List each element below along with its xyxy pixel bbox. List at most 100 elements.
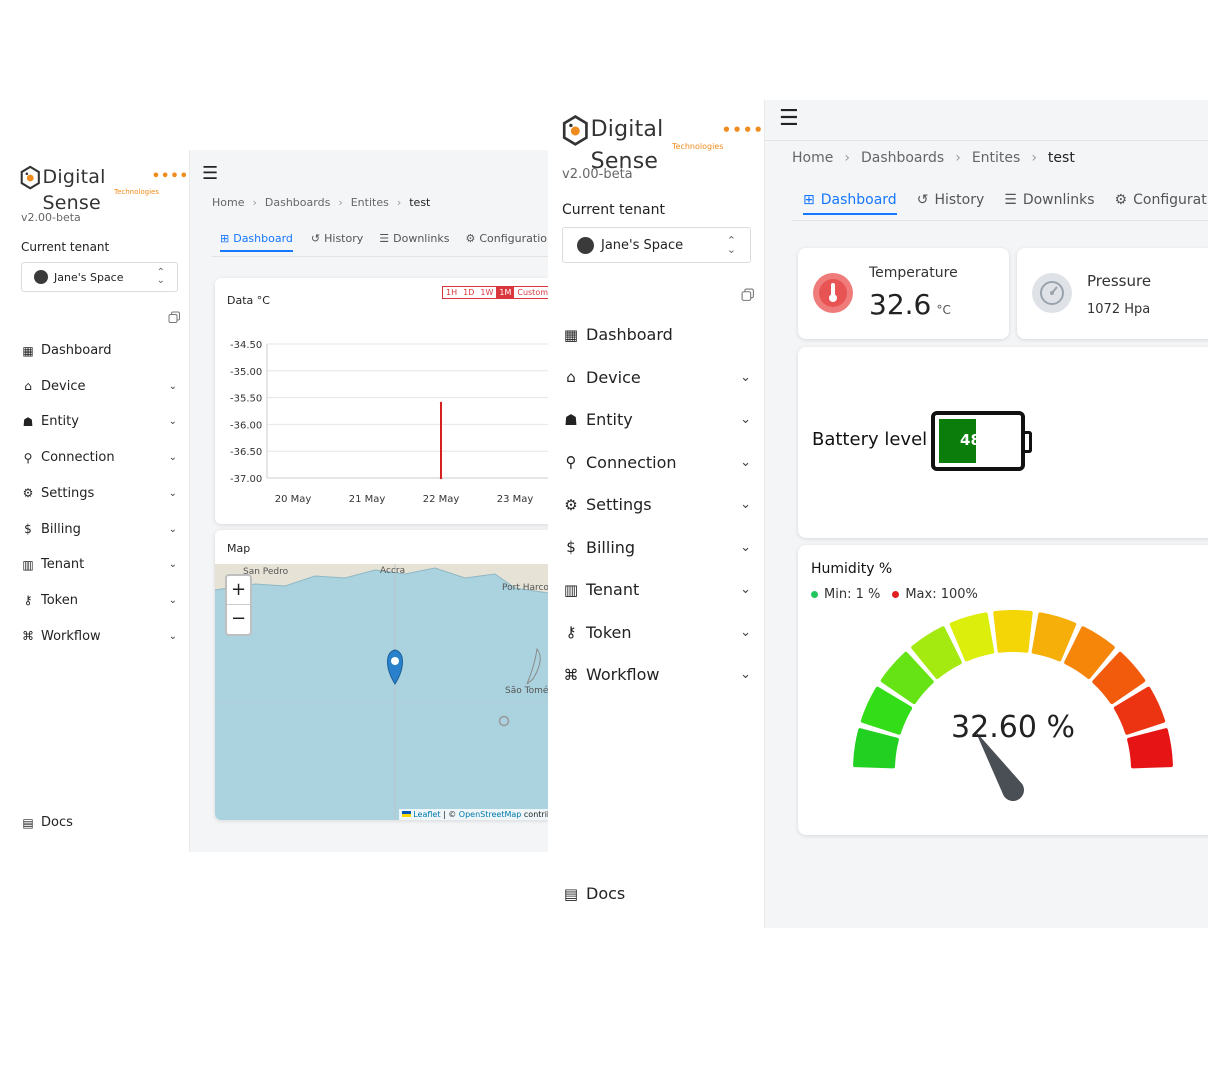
- hamburger-icon[interactable]: ☰: [202, 163, 218, 184]
- brand-tagline: Technologies: [114, 188, 159, 196]
- breadcrumb-entities[interactable]: Entites: [351, 196, 389, 209]
- sidebar-item-billing[interactable]: $ Billing ⌄: [563, 538, 751, 557]
- sidebar-item-device[interactable]: ⌂ Device ⌄: [21, 379, 177, 394]
- tenant-select[interactable]: Jane's Space ⌃ ⌄: [562, 227, 751, 263]
- sidebar-item-label: Settings: [586, 495, 652, 514]
- y-tick-label: -36.00: [230, 420, 262, 431]
- breadcrumb-separator: ›: [1031, 150, 1037, 166]
- flag-icon: [401, 811, 411, 817]
- tenant-select[interactable]: Jane's Space ⌃ ⌄: [21, 262, 178, 292]
- y-tick-label: -35.50: [230, 394, 262, 405]
- breadcrumb-separator: ›: [396, 196, 402, 209]
- gauge-value-label: 32.60 %: [951, 710, 1075, 745]
- sidebar-item-docs[interactable]: ▤ Docs: [563, 884, 625, 903]
- robot-icon: ☗: [22, 414, 34, 429]
- updown-icon: ⌃ ⌄: [726, 234, 736, 256]
- data-chart: -34.50 -35.00 -35.50 -36.00 -36.50 -37.00 20 M…: [230, 340, 548, 505]
- main-content: ☰ Home › Dashboards › Entites › test ⊞ Da…: [765, 100, 1208, 928]
- header-divider: [765, 140, 1208, 141]
- x-tick-label: 21 May: [349, 494, 386, 505]
- breadcrumb-home[interactable]: Home: [212, 196, 244, 209]
- tab-history[interactable]: ↺ History: [311, 232, 363, 245]
- sidebar-item-connection[interactable]: ⚲ Connection ⌄: [21, 450, 177, 465]
- attribution-rest: contrib: [523, 810, 548, 819]
- copy-icon[interactable]: [741, 288, 755, 302]
- chevron-down-icon: ⌄: [168, 594, 177, 606]
- sidebar-item-workflow[interactable]: ⌘ Workflow ⌄: [21, 629, 177, 644]
- breadcrumb: Home › Dashboards › Entites › test: [212, 196, 430, 209]
- breadcrumb-separator: ›: [955, 150, 961, 166]
- sidebar-item-settings[interactable]: ⚙ Settings ⌄: [563, 495, 751, 514]
- sidebar-item-label: Tenant: [41, 557, 85, 573]
- chevron-down-icon: ⌄: [740, 539, 751, 555]
- attribution-separator: | ©: [440, 810, 459, 819]
- breadcrumb-dashboards[interactable]: Dashboards: [265, 196, 330, 209]
- tab-dashboard[interactable]: ⊞ Dashboard: [220, 232, 293, 252]
- gauge-segment: [949, 612, 995, 662]
- gauge-icon: [1032, 273, 1072, 313]
- humidity-card: Humidity % Min: 1 % Max: 100% 32.60 %: [798, 545, 1208, 835]
- chevron-down-icon: ⌄: [168, 416, 177, 428]
- leaflet-link[interactable]: Leaflet: [413, 810, 440, 819]
- tab-dashboard[interactable]: ⊞ Dashboard: [803, 192, 897, 215]
- sidebar-item-connection[interactable]: ⚲ Connection ⌄: [563, 453, 752, 472]
- x-tick-label: 20 May: [275, 494, 312, 505]
- zoom-in-button[interactable]: +: [227, 576, 250, 605]
- map-card: Map San Pedro Accra Port Harco São Tomé: [215, 530, 548, 820]
- chevron-down-icon: ⌄: [168, 559, 177, 571]
- logo-hex-icon: [20, 165, 40, 190]
- sidebar-item-label: Settings: [41, 485, 95, 501]
- sidebar-item-workflow[interactable]: ⌘ Workflow ⌄: [563, 665, 752, 684]
- sidebar-item-token[interactable]: ⚷ Token ⌄: [563, 623, 752, 642]
- building-icon: ▥: [22, 557, 34, 572]
- grid-icon: ▦: [22, 343, 34, 358]
- tenant-avatar: [577, 236, 594, 254]
- sidebar-item-entity[interactable]: ☗ Entity ⌄: [21, 414, 177, 429]
- sidebar-item-billing[interactable]: $ Billing ⌄: [21, 522, 177, 537]
- osm-link[interactable]: OpenStreetMap: [459, 810, 522, 819]
- temperature-value: 32.6 °C: [869, 288, 951, 321]
- dollar-circle-icon: $: [24, 522, 32, 536]
- chevron-down-icon: ⌄: [740, 667, 751, 682]
- sliders-icon: ☰: [1004, 192, 1017, 208]
- breadcrumb-dashboards[interactable]: Dashboards: [861, 150, 944, 166]
- sidebar-item-device[interactable]: ⌂ Device ⌄: [563, 368, 751, 387]
- copy-icon[interactable]: [168, 311, 181, 324]
- chevron-down-icon: ⌄: [168, 452, 177, 464]
- sidebar-item-dashboard[interactable]: ▦ Dashboard: [563, 325, 751, 344]
- humidity-gauge: 32.60 %: [853, 610, 1173, 801]
- sidebar-item-entity[interactable]: ☗ Entity ⌄: [563, 410, 751, 429]
- main-content: ☰ Home › Dashboards › Entites › test ⊞ Da…: [190, 150, 548, 852]
- sidebar-item-dashboard[interactable]: ▦ Dashboard: [21, 343, 177, 358]
- sidebar-item-settings[interactable]: ⚙ Settings ⌄: [21, 486, 177, 501]
- sidebar-item-label: Tenant: [586, 580, 640, 599]
- sidebar-item-docs[interactable]: ▤ Docs: [21, 815, 73, 830]
- data-point: [439, 476, 443, 480]
- history-icon: ↺: [916, 192, 929, 208]
- tab-downlinks[interactable]: ☰ Downlinks: [1004, 192, 1094, 208]
- sidebar-item-tenant[interactable]: ▥ Tenant ⌄: [563, 580, 751, 599]
- x-tick-label: 23 May: [497, 494, 534, 505]
- battery-label: Battery level: [812, 429, 928, 450]
- left-screenshot: Digital Sense •••• Technologies v2.00-be…: [0, 150, 548, 852]
- sidebar-item-token[interactable]: ⚷ Token ⌄: [21, 593, 177, 608]
- robot-icon: ☗: [564, 410, 578, 429]
- breadcrumb-entities[interactable]: Entites: [972, 150, 1021, 166]
- tab-configuration[interactable]: ⚙ Configuration: [1115, 192, 1208, 208]
- hamburger-icon[interactable]: ☰: [779, 106, 799, 131]
- y-tick-label: -36.50: [230, 447, 262, 458]
- book-icon: ▤: [22, 815, 34, 830]
- gauge-segment: [1031, 612, 1077, 662]
- tab-configuration[interactable]: ⚙ Configuratio: [466, 232, 548, 245]
- gear-icon: ⚙: [564, 495, 578, 514]
- breadcrumb-separator: ›: [844, 150, 850, 166]
- tab-downlinks[interactable]: ☰ Downlinks: [379, 232, 449, 245]
- sidebar-item-label: Entity: [586, 410, 633, 429]
- sidebar-item-tenant[interactable]: ▥ Tenant ⌄: [21, 557, 177, 572]
- temperature-number: 32.6: [869, 288, 932, 321]
- map-view[interactable]: San Pedro Accra Port Harco São Tomé + − …: [215, 564, 548, 820]
- tab-history[interactable]: ↺ History: [917, 192, 985, 208]
- workflow-icon: ⌘: [22, 629, 34, 644]
- zoom-out-button[interactable]: −: [227, 605, 250, 634]
- breadcrumb-home[interactable]: Home: [792, 150, 833, 166]
